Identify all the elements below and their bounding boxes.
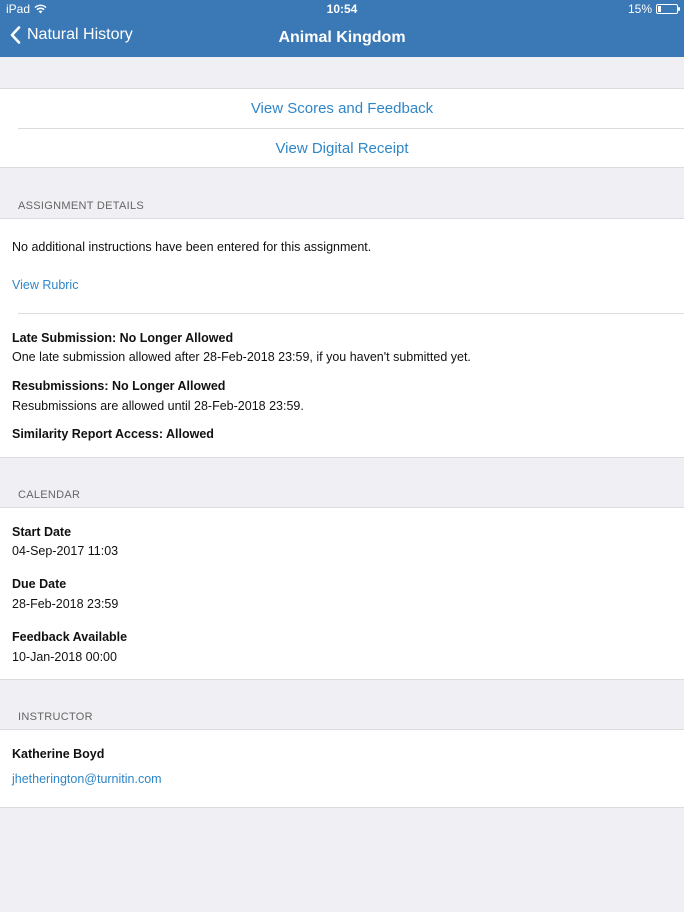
actions-section: View Scores and Feedback View Digital Re… [0,88,684,168]
similarity-report-access: Similarity Report Access: Allowed [12,427,214,441]
calendar-header: CALENDAR [18,489,81,501]
instructor-header: INSTRUCTOR [18,711,93,723]
status-right: 15% [627,2,680,16]
battery-fill [658,6,661,12]
nav-bar: Natural History Animal Kingdom [0,20,684,57]
battery-percent: 15% [627,2,652,16]
late-submission-title: Late Submission: No Longer Allowed [12,331,234,345]
battery-icon [656,4,680,14]
instructions-text: No additional instructions have been ent… [12,240,372,254]
view-scores-button[interactable]: View Scores and Feedback [0,100,684,117]
assignment-details-section: No additional instructions have been ent… [0,218,684,458]
feedback-available-label: Feedback Available [12,630,128,644]
actions-divider [18,128,684,129]
assignment-details-header: ASSIGNMENT DETAILS [18,200,145,212]
view-rubric-link[interactable]: View Rubric [12,278,78,292]
instructor-name: Katherine Boyd [12,747,105,761]
start-date-value: 04-Sep-2017 11:03 [12,544,119,558]
resubmissions-desc: Resubmissions are allowed until 28-Feb-2… [12,399,304,413]
calendar-section: Start Date 04-Sep-2017 11:03 Due Date 28… [0,507,684,680]
feedback-available-value: 10-Jan-2018 00:00 [12,650,117,664]
instructor-section: Katherine Boyd jhetherington@turnitin.co… [0,729,684,808]
late-submission-desc: One late submission allowed after 28-Feb… [12,350,471,364]
start-date-label: Start Date [12,525,72,539]
view-receipt-button[interactable]: View Digital Receipt [0,140,684,157]
status-bar: iPad 10:54 15% [0,0,684,18]
resubmissions-title: Resubmissions: No Longer Allowed [12,379,226,393]
due-date-value: 28-Feb-2018 23:59 [12,597,119,611]
instructor-email-link[interactable]: jhetherington@turnitin.com [12,772,162,786]
due-date-label: Due Date [12,577,67,591]
page-title: Animal Kingdom [278,29,406,46]
status-time: 10:54 [326,2,358,16]
top-bar: iPad 10:54 15% Natural History Animal Ki… [0,0,684,57]
assignment-divider [18,313,684,314]
